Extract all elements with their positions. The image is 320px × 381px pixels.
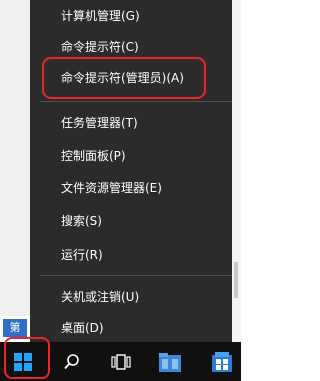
taskbar-search-button[interactable] (54, 342, 90, 381)
menu-item-control-panel[interactable]: 控制面板(P) (30, 141, 232, 171)
background-scrollbar-thumb (234, 262, 238, 298)
file-explorer-taskbar-button[interactable] (152, 342, 188, 381)
menu-item-file-explorer[interactable]: 文件资源管理器(E) (30, 173, 232, 203)
file-explorer-icon (159, 352, 181, 372)
menu-item-task-manager[interactable]: 任务管理器(T) (30, 108, 232, 138)
store-taskbar-button[interactable] (204, 342, 240, 381)
menu-item-desktop[interactable]: 桌面(D) (30, 313, 232, 343)
menu-item-command-prompt[interactable]: 命令提示符(C) (30, 32, 232, 62)
store-icon (212, 351, 232, 372)
search-icon (64, 353, 79, 369)
start-button[interactable] (4, 342, 42, 381)
winx-context-menu: 计算机管理(G) 命令提示符(C) 命令提示符(管理员)(A) 任务管理器(T)… (30, 0, 232, 342)
menu-separator (40, 101, 232, 102)
menu-item-command-prompt-admin[interactable]: 命令提示符(管理员)(A) (30, 63, 232, 93)
windows-start-icon (14, 352, 32, 371)
background-window-edge (0, 0, 30, 316)
menu-item-computer-management[interactable]: 计算机管理(G) (30, 1, 232, 31)
menu-item-search[interactable]: 搜索(S) (30, 206, 232, 236)
background-side-label: 第 (3, 319, 27, 337)
menu-item-run[interactable]: 运行(R) (30, 240, 232, 270)
menu-separator (40, 275, 232, 276)
task-view-icon (111, 353, 131, 370)
task-view-button[interactable] (103, 342, 139, 381)
taskbar (0, 342, 241, 381)
menu-item-shutdown-signout[interactable]: 关机或注销(U) (30, 282, 232, 312)
